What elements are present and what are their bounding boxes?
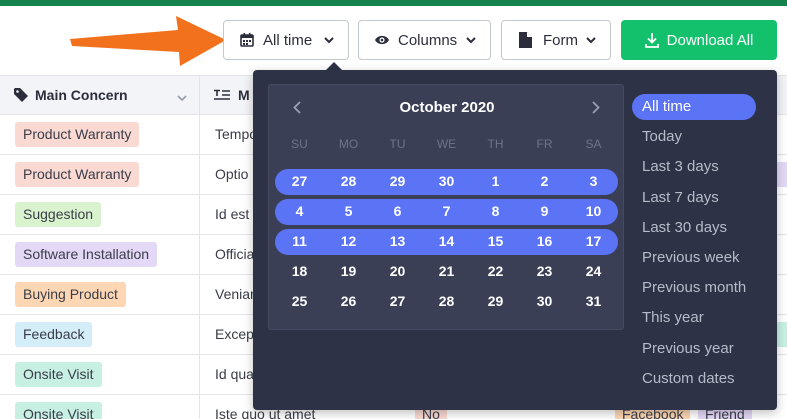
columns-label: Columns [398, 31, 458, 49]
calendar-day[interactable]: 4 [275, 203, 324, 219]
time-filter-button[interactable]: All time [223, 20, 349, 60]
download-all-label: Download All [666, 31, 754, 49]
eye-icon [374, 32, 390, 48]
range-option[interactable]: Today [632, 124, 756, 150]
message-cell: Id qua [215, 366, 254, 382]
range-option[interactable]: Last 3 days [632, 154, 756, 180]
form-button[interactable]: Form [501, 20, 611, 60]
range-option[interactable]: Previous month [632, 275, 756, 301]
message-cell: Venian [215, 286, 258, 302]
columns-button[interactable]: Columns [358, 20, 491, 60]
weekday-label: TH [487, 137, 504, 151]
range-option[interactable]: This year [632, 305, 756, 331]
calendar-day[interactable]: 15 [471, 233, 520, 249]
column-header-label: M [238, 87, 250, 103]
range-option[interactable]: Previous year [632, 336, 756, 362]
calendar-icon [239, 32, 255, 48]
calendar-day[interactable]: 16 [520, 233, 569, 249]
text-format-icon [214, 89, 230, 102]
annotation-arrow-icon [70, 16, 226, 66]
chevron-down-icon [586, 36, 596, 44]
calendar-day[interactable]: 28 [324, 173, 373, 189]
calendar-day[interactable]: 28 [422, 293, 471, 309]
calendar-day[interactable]: 17 [569, 233, 618, 249]
range-option[interactable]: Last 7 days [632, 185, 756, 211]
document-icon [517, 32, 533, 48]
concern-tag: Product Warranty [15, 162, 140, 187]
top-accent-bar [0, 0, 787, 6]
calendar-day[interactable]: 29 [373, 173, 422, 189]
calendar-day[interactable]: 18 [275, 263, 324, 279]
download-all-button[interactable]: Download All [621, 20, 777, 60]
calendar-day[interactable]: 25 [275, 293, 324, 309]
concern-tag: Feedback [15, 322, 93, 347]
weekday-label: WE [436, 137, 457, 151]
calendar-day[interactable]: 27 [275, 173, 324, 189]
time-filter-label: All time [263, 31, 313, 49]
tag-icon [14, 88, 28, 102]
calendar-day[interactable]: 30 [520, 293, 569, 309]
calendar-day[interactable]: 31 [569, 293, 618, 309]
message-cell: Id est [215, 206, 250, 222]
calendar: October 2020 SU MO TU WE TH FR SA 27 28 29 30 1 2 3 4 5… [268, 84, 624, 330]
chevron-down-icon [324, 36, 334, 44]
calendar-day[interactable]: 6 [373, 203, 422, 219]
calendar-day[interactable]: 27 [373, 293, 422, 309]
message-cell: Officia [215, 246, 255, 262]
concern-tag: Product Warranty [15, 122, 140, 147]
message-cell: Excep [215, 326, 254, 342]
weekday-label: SA [585, 137, 602, 151]
calendar-day[interactable]: 11 [275, 233, 324, 249]
concern-tag: Onsite Visit [15, 402, 102, 419]
calendar-day[interactable]: 19 [324, 263, 373, 279]
calendar-day[interactable]: 30 [422, 173, 471, 189]
chevron-right-icon[interactable] [588, 99, 604, 115]
calendar-month-title: October 2020 [399, 99, 495, 116]
calendar-day[interactable]: 14 [422, 233, 471, 249]
range-option[interactable]: Custom dates [632, 366, 756, 392]
calendar-day[interactable]: 24 [569, 263, 618, 279]
sort-chevron-icon[interactable] [177, 89, 187, 105]
calendar-day[interactable]: 12 [324, 233, 373, 249]
weekday-label: TU [389, 137, 406, 151]
calendar-day[interactable]: 8 [471, 203, 520, 219]
download-icon [644, 32, 659, 48]
message-cell: Optio [215, 166, 249, 182]
calendar-day[interactable]: 22 [471, 263, 520, 279]
calendar-day[interactable]: 26 [324, 293, 373, 309]
concern-tag: Suggestion [15, 202, 102, 227]
calendar-day[interactable]: 20 [373, 263, 422, 279]
calendar-day[interactable]: 7 [422, 203, 471, 219]
column-header-main-concern[interactable]: Main Concern [14, 76, 199, 114]
message-cell: Tempo [215, 126, 258, 142]
column-header-label: Main Concern [35, 87, 128, 103]
weekday-label: MO [338, 137, 359, 151]
calendar-day[interactable]: 13 [373, 233, 422, 249]
calendar-day[interactable]: 5 [324, 203, 373, 219]
calendar-day[interactable]: 23 [520, 263, 569, 279]
calendar-day[interactable]: 9 [520, 203, 569, 219]
calendar-day[interactable]: 21 [422, 263, 471, 279]
range-option[interactable]: Previous week [632, 245, 756, 271]
calendar-day[interactable]: 29 [471, 293, 520, 309]
calendar-day[interactable]: 2 [520, 173, 569, 189]
concern-tag: Buying Product [15, 282, 126, 307]
calendar-day[interactable]: 1 [471, 173, 520, 189]
concern-tag: Onsite Visit [15, 362, 102, 387]
form-label: Form [543, 31, 578, 49]
concern-tag: Software Installation [15, 242, 158, 267]
date-range-popup: October 2020 SU MO TU WE TH FR SA 27 28 29 30 1 2 3 4 5… [253, 70, 777, 410]
weekday-label: FR [536, 137, 553, 151]
calendar-day[interactable]: 10 [569, 203, 618, 219]
chevron-down-icon [466, 36, 476, 44]
weekday-label: SU [291, 137, 308, 151]
range-option[interactable]: All time [632, 94, 756, 120]
range-option[interactable]: Last 30 days [632, 215, 756, 241]
calendar-day[interactable]: 3 [569, 173, 618, 189]
